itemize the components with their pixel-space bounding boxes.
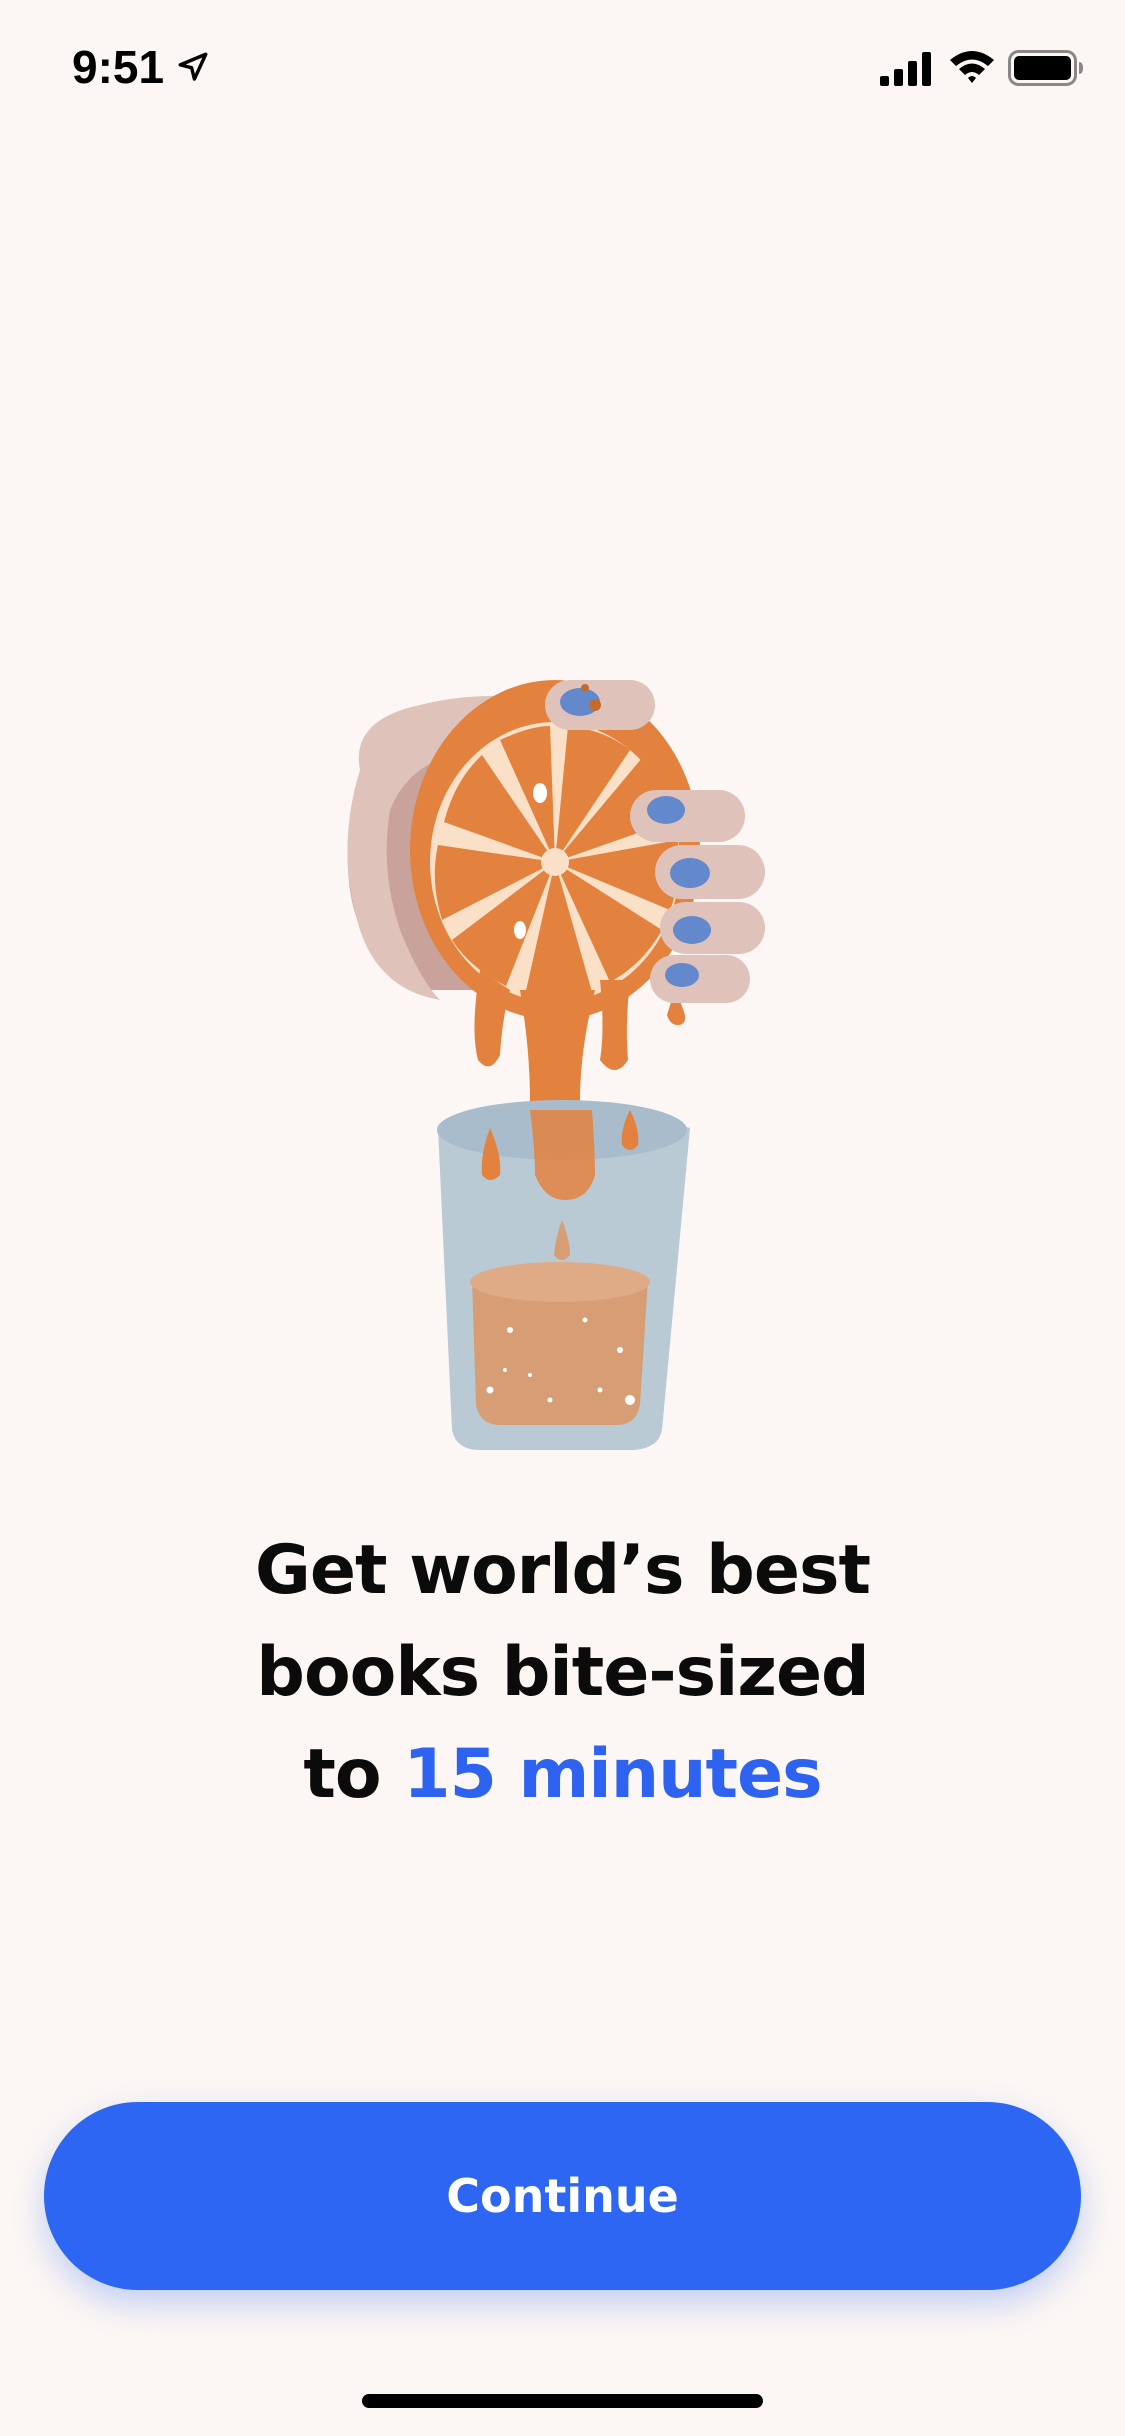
- home-indicator[interactable]: [362, 2394, 763, 2408]
- headline-line-3-prefix: to: [303, 1735, 404, 1814]
- continue-button[interactable]: Continue: [44, 2102, 1081, 2290]
- headline-line-2: books bite-sized: [256, 1633, 869, 1712]
- cellular-signal-icon: [880, 52, 931, 86]
- status-time: 9:51: [72, 41, 165, 93]
- orange-juice-illustration: [347, 680, 765, 1450]
- headline-line-3: to 15 minutes: [0, 1724, 1125, 1826]
- headline: Get world’s best books bite-sized to 15 …: [0, 1520, 1125, 1826]
- onboarding-screen: 9:51 Get world’s best books bite-sized t…: [0, 0, 1125, 2436]
- battery-icon: [1008, 50, 1083, 86]
- location-arrow-icon: [178, 52, 208, 81]
- wifi-icon: [950, 51, 994, 83]
- headline-accent: 15 minutes: [403, 1735, 822, 1814]
- headline-line-1: Get world’s best: [255, 1531, 871, 1610]
- status-bar: 9:51: [0, 0, 1125, 140]
